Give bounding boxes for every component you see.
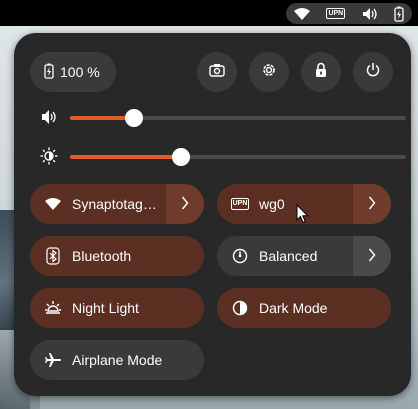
battery-status-button[interactable]: 100 % — [30, 52, 116, 92]
wifi-icon — [44, 195, 62, 213]
brightness-slider-handle[interactable] — [171, 148, 190, 166]
brightness-slider[interactable] — [40, 145, 406, 169]
settings-button[interactable] — [249, 52, 289, 92]
airplane-icon — [44, 351, 62, 369]
top-bar: UPN — [0, 0, 418, 26]
vpn-icon: UPN — [326, 8, 346, 19]
vpn-icon-label: UPN — [326, 8, 346, 19]
battery-charging-icon — [394, 6, 404, 22]
night-light-icon — [44, 299, 62, 317]
lock-icon — [314, 62, 328, 83]
brightness-icon — [40, 147, 58, 165]
system-status-indicators[interactable]: UPN — [286, 3, 412, 24]
chevron-right-icon — [368, 248, 376, 265]
battery-charging-icon — [44, 63, 54, 82]
wifi-menu-arrow[interactable] — [166, 184, 204, 224]
vpn-menu-arrow[interactable] — [353, 184, 391, 224]
settings-icon — [261, 62, 277, 83]
lock-screen-button[interactable] — [301, 52, 341, 92]
night-light-label: Night Light — [72, 300, 139, 316]
battery-percentage: 100 % — [60, 64, 100, 80]
airplane-mode-toggle[interactable]: Airplane Mode — [30, 340, 204, 380]
power-profile-toggle[interactable]: Balanced — [217, 236, 391, 276]
screenshot-icon — [209, 63, 225, 82]
volume-icon — [40, 108, 58, 126]
dark-mode-icon — [231, 299, 249, 317]
volume-icon — [362, 7, 378, 21]
night-light-toggle[interactable]: Night Light — [30, 288, 204, 328]
chevron-right-icon — [181, 196, 189, 213]
wifi-network-label: Synaptotag… — [72, 196, 157, 212]
power-profile-menu-arrow[interactable] — [353, 236, 391, 276]
dark-mode-toggle[interactable]: Dark Mode — [217, 288, 391, 328]
power-menu-button[interactable] — [353, 52, 393, 92]
power-icon — [365, 62, 381, 83]
mouse-pointer-icon — [296, 203, 310, 229]
bluetooth-icon — [44, 247, 62, 265]
bluetooth-label: Bluetooth — [72, 248, 132, 264]
airplane-mode-label: Airplane Mode — [72, 352, 163, 368]
dark-mode-label: Dark Mode — [259, 300, 328, 316]
screenshot-button[interactable] — [197, 52, 237, 92]
volume-slider[interactable] — [40, 106, 406, 130]
vpn-icon: UPN — [230, 195, 250, 213]
chevron-right-icon — [368, 196, 376, 213]
volume-slider-handle[interactable] — [124, 109, 143, 127]
quick-settings-panel: 100 % Synaptotag… UPN wg0 Bluetooth Bala… — [14, 33, 411, 396]
wifi-toggle[interactable]: Synaptotag… — [30, 184, 204, 224]
power-profile-icon — [231, 247, 249, 265]
vpn-icon-label: UPN — [230, 198, 250, 210]
bluetooth-toggle[interactable]: Bluetooth — [30, 236, 204, 276]
power-profile-label: Balanced — [259, 248, 318, 264]
wifi-icon — [294, 7, 311, 20]
brightness-slider-fill — [70, 155, 181, 159]
